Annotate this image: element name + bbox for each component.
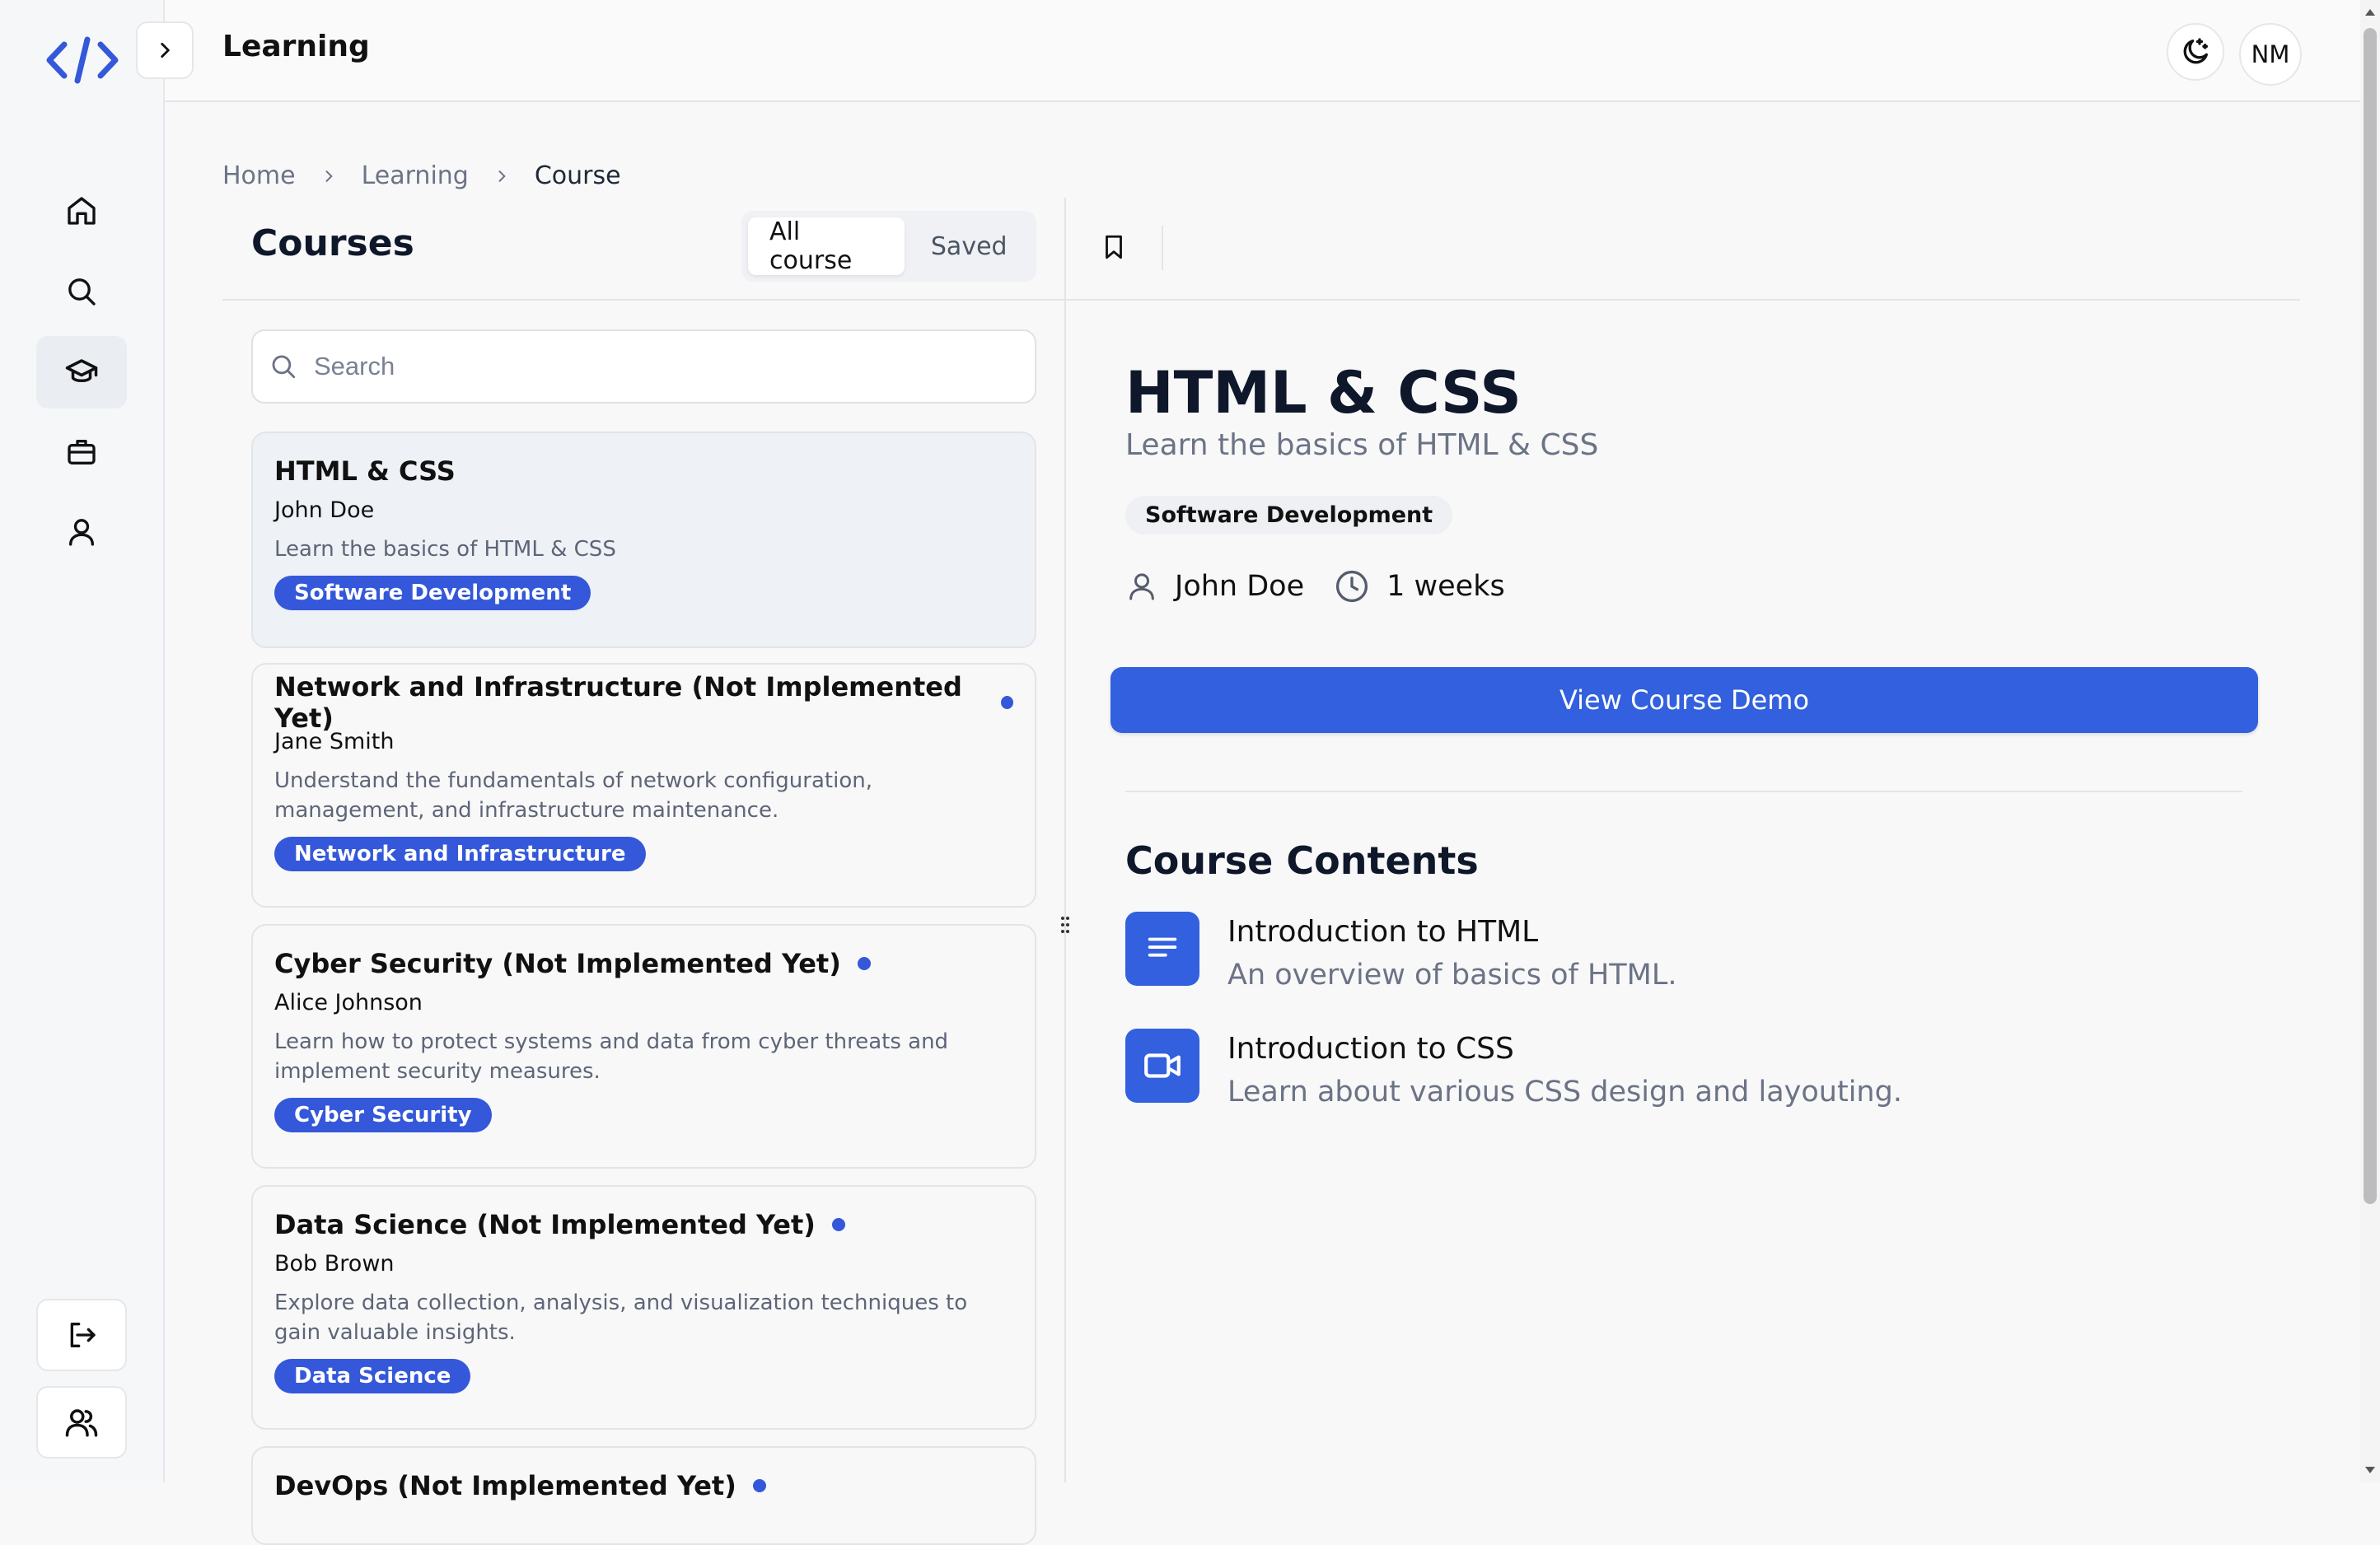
bookmark-icon <box>1106 235 1122 259</box>
course-title-row: DevOps (Not Implemented Yet) <box>274 1469 1013 1502</box>
graduation-cap-icon <box>65 359 98 383</box>
course-title: Data Science (Not Implemented Yet) <box>274 1209 816 1240</box>
grip-dots-icon <box>1061 917 1069 933</box>
user-icon <box>69 519 95 546</box>
scroll-up-arrow-icon[interactable] <box>2361 5 2379 20</box>
course-tag: Software Development <box>274 576 591 610</box>
page-title: Learning <box>222 30 370 63</box>
course-detail-tag: Software Development <box>1125 496 1453 534</box>
video-camera-icon <box>1125 1029 1199 1103</box>
theme-toggle-button[interactable] <box>2167 23 2224 81</box>
users-button[interactable] <box>36 1386 127 1459</box>
search-icon <box>272 355 296 379</box>
content-description: An overview of basics of HTML. <box>1227 959 1677 992</box>
clock-icon <box>1336 570 1368 603</box>
chevron-right-icon <box>161 43 170 58</box>
course-card[interactable]: DevOps (Not Implemented Yet) <box>251 1446 1036 1545</box>
course-author: Alice Johnson <box>274 990 423 1015</box>
search-box[interactable] <box>251 329 1036 404</box>
instructor-name: John Doe <box>1175 570 1305 603</box>
content-name: Introduction to HTML <box>1227 915 1539 949</box>
course-filter-tabs: All course Saved <box>741 211 1036 282</box>
course-description: Explore data collection, analysis, and v… <box>274 1291 968 1345</box>
breadcrumb-home[interactable]: Home <box>222 161 296 190</box>
course-author: Bob Brown <box>274 1251 395 1277</box>
tab-all-course[interactable]: All course <box>748 217 905 275</box>
content-description: Learn about various CSS design and layou… <box>1227 1076 1902 1109</box>
course-contents-title: Course Contents <box>1125 838 1479 883</box>
course-detail-title: HTML & CSS <box>1125 359 1522 427</box>
course-tag: Network and Infrastructure <box>274 837 646 871</box>
nav-profile[interactable] <box>36 496 127 568</box>
text-lines-icon <box>1125 912 1199 986</box>
content-item[interactable]: Introduction to CSS Learn about various … <box>1125 1029 1902 1109</box>
duration-text: 1 weeks <box>1386 570 1505 603</box>
logout-button[interactable] <box>36 1299 127 1371</box>
course-tag: Data Science <box>274 1359 471 1393</box>
nav-search[interactable] <box>36 255 127 328</box>
resize-handle[interactable] <box>1057 913 1073 937</box>
course-instructor: John Doe <box>1125 570 1304 603</box>
sidebar-toggle-button[interactable] <box>136 21 194 79</box>
search-input[interactable] <box>312 351 975 382</box>
app-logo-icon[interactable] <box>44 36 120 84</box>
panel-divider <box>1064 198 1066 1482</box>
nav-learning[interactable] <box>36 336 127 408</box>
course-card[interactable]: Network and Infrastructure (Not Implemen… <box>251 663 1036 908</box>
users-icon <box>65 1409 98 1437</box>
content-divider <box>1125 791 2242 792</box>
top-header <box>165 0 2360 102</box>
course-detail-subtitle: Learn the basics of HTML & CSS <box>1125 428 1599 462</box>
chevron-right-icon <box>493 168 510 184</box>
course-title-row: Cyber Security (Not Implemented Yet) <box>274 947 1013 980</box>
search-icon <box>68 278 96 306</box>
new-indicator-dot <box>831 1218 845 1231</box>
avatar[interactable]: NM <box>2239 23 2302 86</box>
course-meta: John Doe 1 weeks <box>1125 568 1535 604</box>
course-description: Understand the fundamentals of network c… <box>274 768 872 823</box>
nav-jobs[interactable] <box>36 416 127 488</box>
new-indicator-dot <box>1000 696 1013 709</box>
course-card[interactable]: Data Science (Not Implemented Yet) Bob B… <box>251 1185 1036 1430</box>
toolbar-divider <box>1162 226 1163 270</box>
course-title-row: Network and Infrastructure (Not Implemen… <box>274 671 1013 734</box>
course-tag: Cyber Security <box>274 1098 492 1132</box>
breadcrumb: Home Learning Course <box>222 161 621 190</box>
course-card[interactable]: HTML & CSS John Doe Learn the basics of … <box>251 432 1036 648</box>
user-icon <box>1129 573 1154 600</box>
course-description: Learn how to protect systems and data fr… <box>274 1029 949 1084</box>
breadcrumb-current: Course <box>534 161 621 190</box>
course-title: DevOps (Not Implemented Yet) <box>274 1470 736 1501</box>
course-duration: 1 weeks <box>1334 568 1505 604</box>
course-description: Learn the basics of HTML & CSS <box>274 537 616 562</box>
course-card[interactable]: Cyber Security (Not Implemented Yet) Ali… <box>251 924 1036 1169</box>
detail-header-divider <box>1066 299 2300 301</box>
courses-header-divider <box>222 299 1067 301</box>
new-indicator-dot <box>857 957 871 970</box>
scroll-down-arrow-icon[interactable] <box>2361 1463 2379 1477</box>
tab-saved[interactable]: Saved <box>908 217 1030 275</box>
nav-home[interactable] <box>36 175 127 247</box>
breadcrumb-learning[interactable]: Learning <box>362 161 469 190</box>
course-title-row: Data Science (Not Implemented Yet) <box>274 1208 1013 1241</box>
scrollbar-thumb[interactable] <box>2364 28 2377 1204</box>
course-title: HTML & CSS <box>274 455 456 487</box>
content-name: Introduction to CSS <box>1227 1032 1514 1066</box>
course-title: Cyber Security (Not Implemented Yet) <box>274 948 841 979</box>
chevron-right-icon <box>320 168 337 184</box>
moon-stars-icon <box>2183 38 2208 64</box>
home-icon <box>68 197 96 225</box>
new-indicator-dot <box>752 1479 766 1492</box>
logout-icon <box>70 1323 96 1347</box>
bookmark-button[interactable] <box>1097 229 1130 265</box>
content-item[interactable]: Introduction to HTML An overview of basi… <box>1125 912 1677 992</box>
briefcase-icon <box>68 440 96 464</box>
course-title: Network and Infrastructure (Not Implemen… <box>274 671 962 734</box>
view-course-demo-button[interactable]: View Course Demo <box>1111 667 2258 733</box>
courses-title: Courses <box>251 222 414 264</box>
course-author: John Doe <box>274 497 375 523</box>
